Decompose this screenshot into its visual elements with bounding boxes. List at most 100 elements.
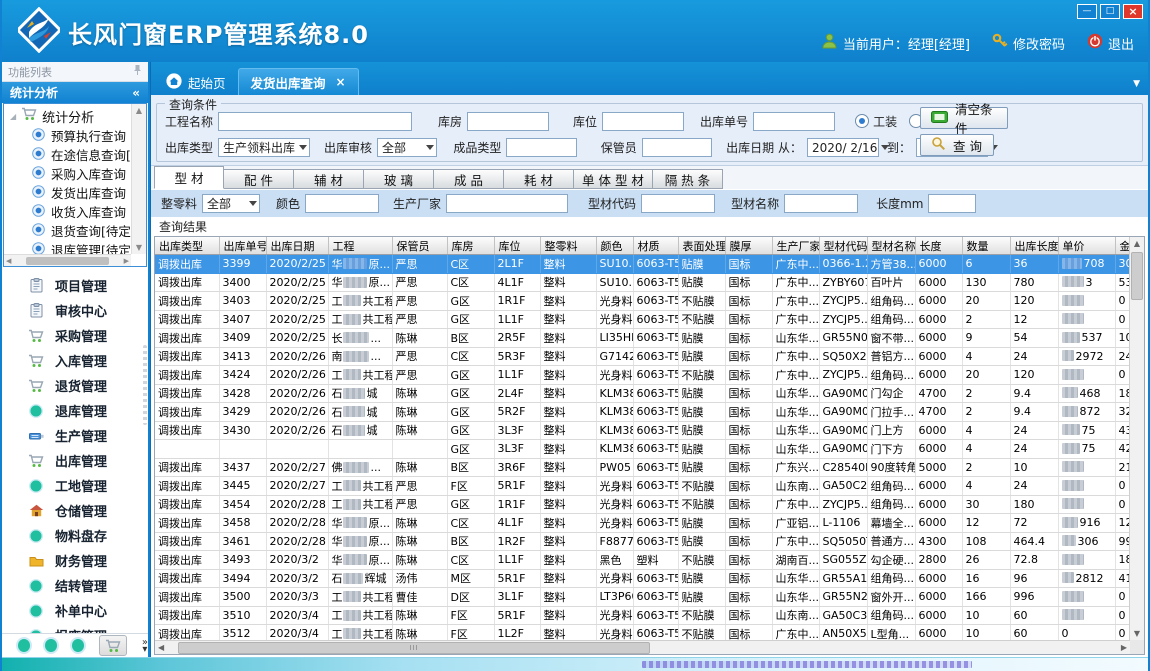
search-button[interactable]: 查 询 — [920, 134, 994, 156]
material-tab-单体型材[interactable]: 单 体 型 材 — [574, 169, 653, 189]
table-row[interactable]: 调拨出库34242020/2/26工共工程严思G区1L1F整料光身料6063-T… — [155, 366, 1130, 385]
keeper-input[interactable] — [642, 138, 712, 157]
sidebar-item-报废管理[interactable]: 报废管理 — [2, 623, 148, 633]
sidebar-item-物料盘存[interactable]: 物料盘存 — [2, 523, 148, 548]
sidebar-item-项目管理[interactable]: 项目管理 — [2, 273, 148, 298]
material-tab-配件[interactable]: 配 件 — [224, 169, 294, 189]
sidebar-item-仓储管理[interactable]: 仓储管理 — [2, 498, 148, 523]
change-password-button[interactable]: 修改密码 — [992, 33, 1065, 53]
column-header-表面处理[interactable]: 表面处理 — [678, 237, 725, 255]
column-header-保管员[interactable]: 保管员 — [392, 237, 447, 255]
pin-icon[interactable] — [133, 64, 142, 79]
profile-name-input[interactable] — [784, 194, 858, 213]
tree-item-收货入库查询[interactable]: 收货入库查询 — [4, 202, 131, 221]
tree-root-item[interactable]: ◢统计分析 — [4, 106, 131, 126]
tree-expander-icon[interactable]: ◢ — [10, 112, 16, 121]
material-tab-耗材[interactable]: 耗 材 — [504, 169, 574, 189]
clear-conditions-button[interactable]: 清空条件 — [920, 107, 1008, 129]
sidebar-item-出库管理[interactable]: 出库管理 — [2, 448, 148, 473]
sidebar-item-生产管理[interactable]: 生产管理 — [2, 423, 148, 448]
table-row[interactable]: 调拨出库34132020/2/26南...严思C区5R3F整料G71422606… — [155, 347, 1130, 366]
material-tab-辅材[interactable]: 辅 材 — [294, 169, 364, 189]
table-row[interactable]: 调拨出库34612020/2/28华原...陈琳B区1R2F整料F8877FT6… — [155, 532, 1130, 551]
length-input[interactable] — [928, 194, 976, 213]
column-header-颜色[interactable]: 颜色 — [596, 237, 633, 255]
material-tab-成品[interactable]: 成 品 — [434, 169, 504, 189]
column-header-工程[interactable]: 工程 — [328, 237, 392, 255]
vscroll-thumb[interactable] — [1131, 252, 1143, 300]
sidebar-overflow-button[interactable]: »▾ — [142, 639, 148, 653]
manufacturer-input[interactable] — [446, 194, 568, 213]
outbound-audit-select[interactable]: 全部 — [377, 138, 437, 157]
profile-code-input[interactable] — [641, 194, 715, 213]
tree-item-预算执行查询[interactable]: 预算执行查询 — [4, 126, 131, 145]
table-horizontal-scrollbar[interactable]: ◀ ▶ — [155, 640, 1130, 654]
column-header-金[interactable]: 金 — [1115, 237, 1130, 255]
column-header-材质[interactable]: 材质 — [633, 237, 678, 255]
column-header-膜厚[interactable]: 膜厚 — [725, 237, 772, 255]
column-header-出库长度[interactable]: 出库长度 — [1010, 237, 1058, 255]
cart-shortcut-button[interactable] — [99, 635, 127, 656]
close-button[interactable]: × — [1123, 4, 1143, 19]
maximize-button[interactable]: □ — [1100, 4, 1120, 19]
column-header-型材代码[interactable]: 型材代码 — [819, 237, 867, 255]
outbound-type-select[interactable]: 生产领料出库 — [218, 138, 310, 157]
tab-shipment-outbound-query[interactable]: 发货出库查询 × — [238, 68, 359, 95]
tree-item-采购入库查询[interactable]: 采购入库查询 — [4, 164, 131, 183]
radio-gongzhuang[interactable]: 工装 — [855, 113, 897, 130]
product-type-input[interactable] — [506, 138, 576, 157]
column-header-出库单号[interactable]: 出库单号 — [219, 237, 266, 255]
radio-gongzhuang-icon[interactable] — [855, 114, 869, 128]
table-row[interactable]: 调拨出库34092020/2/25长...陈琳B区2R5F整料LI35HD606… — [155, 329, 1130, 348]
sidebar-item-入库管理[interactable]: 入库管理 — [2, 348, 148, 373]
tree-item-发货出库查询[interactable]: 发货出库查询 — [4, 183, 131, 202]
warehouse-input[interactable] — [467, 112, 549, 131]
table-row[interactable]: 调拨出库34372020/2/27佛...陈琳B区3R6F整料PW056063-… — [155, 458, 1130, 477]
sidebar-item-审核中心[interactable]: 审核中心 — [2, 298, 148, 323]
color-input[interactable] — [305, 194, 379, 213]
column-header-数量[interactable]: 数量 — [962, 237, 1010, 255]
table-row[interactable]: 调拨出库34932020/3/2华原...陈琳C区1L1F整料黑色塑料不贴膜国标… — [155, 551, 1130, 570]
tree-hscroll-thumb[interactable] — [26, 257, 110, 265]
table-row[interactable]: 调拨出库34292020/2/26石城陈琳G区5R2F整料KLM38176063… — [155, 403, 1130, 422]
table-row[interactable]: 调拨出库34302020/2/26石城陈琳G区3L3F整料KLM38176063… — [155, 421, 1130, 440]
table-row[interactable]: 调拨出库34282020/2/26石城陈琳G区2L4F整料KLM38176063… — [155, 384, 1130, 403]
material-tab-玻璃[interactable]: 玻 璃 — [364, 169, 434, 189]
table-row[interactable]: 调拨出库34002020/2/25华原...严思C区4L1F整料SU10...6… — [155, 273, 1130, 292]
tree-horizontal-scrollbar[interactable]: ◀▶ — [4, 254, 131, 266]
column-header-出库日期[interactable]: 出库日期 — [266, 237, 328, 255]
minimize-button[interactable]: — — [1077, 4, 1097, 19]
column-header-整零料[interactable]: 整零料 — [540, 237, 596, 255]
tree-item-在途信息查询[待[interactable]: 在途信息查询[待 — [4, 145, 131, 164]
tree-item-退库管理[待定][interactable]: 退库管理[待定] — [4, 240, 131, 254]
table-row[interactable]: 调拨出库34452020/2/27工共工程严思F区5R1F整料光身料6063-T… — [155, 477, 1130, 496]
logout-button[interactable]: 退出 — [1087, 33, 1134, 53]
location-input[interactable] — [602, 112, 684, 131]
tab-close-icon[interactable]: × — [336, 75, 346, 89]
table-row[interactable]: 调拨出库35102020/3/4工共工程陈琳F区5R1F整料光身料6063-T5… — [155, 606, 1130, 625]
table-row[interactable]: G区3L3F整料KLM38176063-T5贴膜国标山东华...GA90M09.… — [155, 440, 1130, 459]
column-header-出库类型[interactable]: 出库类型 — [155, 237, 219, 255]
dot-icon[interactable] — [18, 639, 30, 652]
hscroll-thumb[interactable] — [178, 642, 650, 654]
sidebar-item-工地管理[interactable]: 工地管理 — [2, 473, 148, 498]
table-row[interactable]: 调拨出库35002020/3/3工共工程曹佳D区3L1F整料LT3P606063… — [155, 588, 1130, 607]
sidebar-section-header[interactable]: 统计分析 « — [2, 82, 148, 103]
tab-home[interactable]: 起始页 — [154, 69, 238, 95]
tree-vertical-scrollbar[interactable]: ▲▼ — [131, 104, 146, 254]
date-from-select[interactable]: 2020/ 2/16 — [807, 138, 879, 157]
table-row[interactable]: 调拨出库34942020/3/2石辉城汤伟M区5R1F整料光身料6063-T5贴… — [155, 569, 1130, 588]
whole-piece-select[interactable]: 全部 — [202, 194, 260, 213]
tree-item-退货查询[待定][interactable]: 退货查询[待定] — [4, 221, 131, 240]
column-header-单价[interactable]: 单价 — [1058, 237, 1115, 255]
collapse-icon[interactable]: « — [132, 86, 140, 100]
sidebar-scroll-grip[interactable] — [143, 345, 147, 425]
outbound-order-no-input[interactable] — [753, 112, 835, 131]
column-header-库房[interactable]: 库房 — [447, 237, 494, 255]
project-name-input[interactable] — [218, 112, 412, 131]
tab-overflow-icon[interactable]: ▼ — [1133, 79, 1140, 89]
column-header-长度[interactable]: 长度 — [915, 237, 962, 255]
sidebar-item-退库管理[interactable]: 退库管理 — [2, 398, 148, 423]
column-header-生产厂家[interactable]: 生产厂家 — [772, 237, 819, 255]
column-header-型材名称[interactable]: 型材名称 — [867, 237, 915, 255]
